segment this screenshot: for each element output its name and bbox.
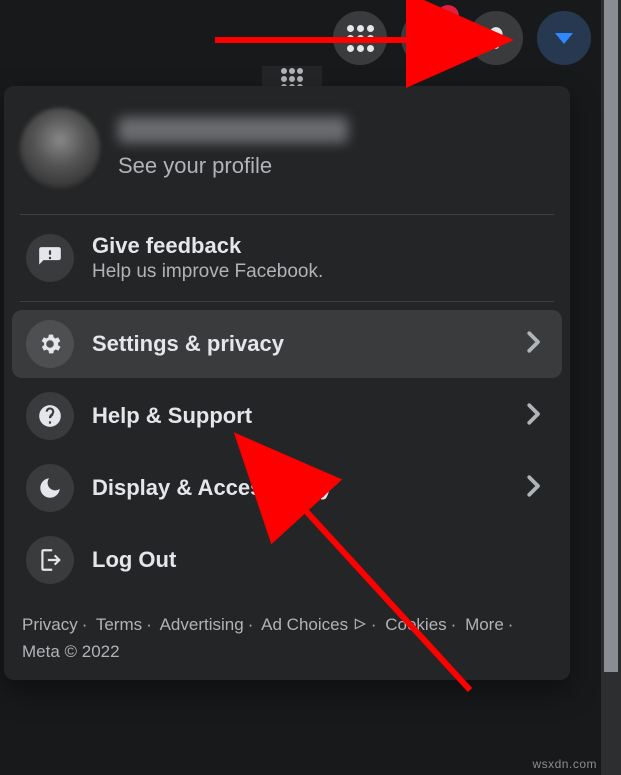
footer-terms[interactable]: Terms [96,615,142,634]
feedback-title: Give feedback [92,233,548,259]
notifications-button[interactable] [469,11,523,65]
account-dropdown-button[interactable] [537,11,591,65]
logout-label: Log Out [92,547,548,573]
footer-advertising[interactable]: Advertising [160,615,244,634]
gear-icon [26,320,74,368]
feedback-subtitle: Help us improve Facebook. [92,261,548,283]
chevron-right-icon [518,471,548,506]
scrollbar[interactable] [601,0,621,775]
question-icon [26,392,74,440]
help-support-item[interactable]: Help & Support [12,382,562,450]
settings-privacy-item[interactable]: Settings & privacy [12,310,562,378]
chevron-right-icon [518,327,548,362]
messenger-icon [415,25,441,51]
logout-item[interactable]: Log Out [12,526,562,594]
profile-name-blurred [118,117,348,143]
adchoices-icon [353,613,367,639]
logout-icon [26,536,74,584]
display-accessibility-item[interactable]: Display & Accessibility [12,454,562,522]
watermark: wsxdn.com [532,757,597,771]
footer-cookies[interactable]: Cookies [385,615,446,634]
scrollbar-thumb[interactable] [604,0,618,672]
divider [20,301,554,302]
bell-icon [483,25,509,51]
divider [20,214,554,215]
moon-icon [26,464,74,512]
display-label: Display & Accessibility [92,475,518,501]
footer-meta: Meta © 2022 [22,642,120,661]
feedback-icon [26,234,74,282]
settings-label: Settings & privacy [92,331,518,357]
messenger-button[interactable]: 1 [401,11,455,65]
footer-adchoices[interactable]: Ad Choices [261,615,367,634]
footer-more[interactable]: More [465,615,504,634]
caret-down-icon [555,33,573,44]
see-profile-label: See your profile [118,153,348,179]
profile-text: See your profile [118,117,348,179]
profile-row[interactable]: See your profile [4,96,570,206]
account-dropdown-panel: See your profile Give feedback Help us i… [4,86,570,680]
chevron-right-icon [518,399,548,434]
feedback-item[interactable]: Give feedback Help us improve Facebook. [12,223,562,293]
footer-privacy[interactable]: Privacy [22,615,78,634]
notification-badge: 1 [437,5,459,27]
help-label: Help & Support [92,403,518,429]
grid-icon [347,25,374,52]
avatar [20,108,100,188]
top-nav-bar: 1 [0,0,621,76]
footer-links: Privacy· Terms· Advertising· Ad Choices … [4,598,570,664]
menu-grid-button[interactable] [333,11,387,65]
